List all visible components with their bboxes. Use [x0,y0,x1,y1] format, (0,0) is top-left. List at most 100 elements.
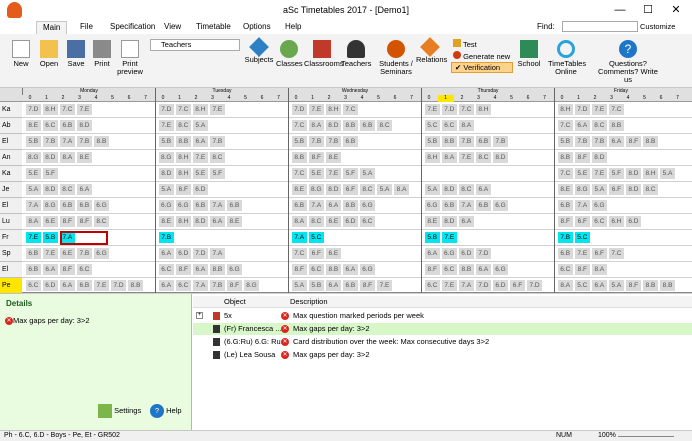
row-label[interactable]: Ab [0,118,22,134]
lesson-card[interactable]: 6.B [360,120,375,131]
lesson-card[interactable]: 5.A [660,168,675,179]
lesson-card[interactable]: 7.C [558,120,573,131]
period-header[interactable]: 5 [637,95,653,102]
lesson-card[interactable]: 5.B [425,136,440,147]
lesson-card[interactable]: 5.F [43,168,58,179]
lesson-card[interactable]: 6.A [326,200,341,211]
help-button[interactable]: ? Help [150,404,182,418]
lesson-card[interactable]: 8.B [210,264,225,275]
lesson-card[interactable]: 8.D [326,184,341,195]
lesson-card[interactable]: 8.B [558,152,573,163]
lesson-card[interactable]: 5.A [159,184,174,195]
lesson-card[interactable]: 7.E [459,152,474,163]
lesson-card[interactable]: 6.A [343,264,358,275]
lesson-card[interactable]: 7.E [43,248,58,259]
lesson-card[interactable]: 6.E [326,248,341,259]
lesson-card[interactable]: 5.E [575,168,590,179]
lesson-card[interactable]: 6.G [493,200,508,211]
lesson-card[interactable]: 8.F [309,152,324,163]
period-header[interactable]: 3 [604,95,620,102]
lesson-card[interactable]: 6.D [343,216,358,227]
lesson-card[interactable]: 6.G [159,200,174,211]
lesson-card[interactable]: 6.F [176,184,191,195]
lesson-card[interactable]: 6.B [26,248,41,259]
period-header[interactable]: 1 [305,95,321,102]
lesson-card[interactable]: 8.E [292,184,307,195]
row-label[interactable]: An [0,150,22,166]
school-button[interactable]: School [516,40,542,68]
row-label[interactable]: Pe [0,278,22,294]
lesson-card[interactable]: 8.C [60,184,75,195]
lesson-card[interactable]: 8.H [193,104,208,115]
lesson-card[interactable]: 8.F [77,216,92,227]
list-item[interactable]: (6.G:Ru) 6.G: Ru... ✕ Card distribution ov… [193,336,692,348]
lesson-card[interactable]: 8.G [26,152,41,163]
lesson-card[interactable]: 6.A [159,248,174,259]
period-header[interactable]: 0 [22,95,38,102]
period-header[interactable]: 6 [254,95,270,102]
period-header[interactable]: 7 [670,95,686,102]
lesson-card[interactable]: 8.F [292,264,307,275]
list-item[interactable]: +5x ✕ Max question marked periods per week [193,310,692,322]
lesson-card[interactable]: 8.H [43,104,58,115]
row-label[interactable]: Lu [0,214,22,230]
lesson-card[interactable]: 8.H [643,168,658,179]
lesson-card[interactable]: 5.B [292,136,307,147]
lesson-card[interactable]: 6.F [609,184,624,195]
lesson-card[interactable]: 8.C [94,216,109,227]
row-label[interactable]: Fr [0,230,22,246]
list-item[interactable]: (Le) Lea Sousa ✕ Max gaps per day: 3>2 [193,349,692,361]
lesson-card[interactable]: 5.E [193,168,208,179]
lesson-card[interactable]: 7.C [60,104,75,115]
period-header[interactable]: 2 [188,95,204,102]
period-header[interactable]: 2 [454,95,470,102]
lesson-card[interactable]: 8.D [159,168,174,179]
lesson-card[interactable]: 5.B [425,232,440,243]
lesson-card[interactable]: 8.E [425,216,440,227]
lesson-card[interactable]: 8.F [558,216,573,227]
lesson-card[interactable]: 6.C [77,264,92,275]
lesson-card[interactable]: 8.F [60,264,75,275]
period-header[interactable]: 4 [221,95,237,102]
tab-main[interactable]: Main [36,21,68,34]
lesson-card[interactable]: 6.A [43,264,58,275]
period-header[interactable]: 5 [371,95,387,102]
lesson-card[interactable]: 8.C [476,152,491,163]
lesson-card[interactable]: 8.E [558,184,573,195]
lesson-card[interactable]: 7.A [60,136,75,147]
lesson-card[interactable]: 8.F [626,136,641,147]
lesson-card[interactable]: 6.B [292,200,307,211]
row-label[interactable]: El [0,134,22,150]
lesson-card[interactable]: 8.H [476,104,491,115]
period-header[interactable]: 1 [39,95,55,102]
lesson-card[interactable]: 7.E [309,104,324,115]
questions-button[interactable]: ? Questions? Comments? Write us [594,40,662,84]
lesson-card[interactable]: 8.E [77,152,92,163]
settings-button[interactable]: Settings [98,404,141,418]
lesson-card[interactable]: 6.A [425,248,440,259]
lesson-card[interactable]: 7.E [193,152,208,163]
lesson-card[interactable]: 8.E [26,120,41,131]
period-header[interactable]: 6 [121,95,137,102]
lesson-card[interactable]: 7.C [609,104,624,115]
lesson-card[interactable]: 8.C [360,184,375,195]
description-column-header[interactable]: Description [290,296,328,308]
students-seminars-button[interactable]: Students / Seminars [376,40,416,76]
lesson-card[interactable]: 6.G [493,264,508,275]
period-header[interactable]: 0 [155,95,171,102]
lesson-card[interactable]: 6.E [43,216,58,227]
lesson-card[interactable]: 6.F [309,248,324,259]
lesson-card[interactable]: 8.E [159,216,174,227]
lesson-card[interactable]: 6.A [193,136,208,147]
lesson-card[interactable]: 6.B [558,248,573,259]
lesson-card[interactable]: 8.F [176,264,191,275]
lesson-card[interactable]: 8.E [227,216,242,227]
view-select-dropdown[interactable]: Teachers [150,39,240,51]
lesson-card[interactable]: 6.H [609,216,624,227]
lesson-card[interactable]: 6.A [609,136,624,147]
lesson-card[interactable]: 8.D [43,184,58,195]
lesson-card[interactable]: 7.D [159,104,174,115]
minimize-button[interactable]: — [606,2,634,18]
lesson-card[interactable]: 6.D [626,216,641,227]
lesson-card[interactable]: 6.A [60,280,75,291]
